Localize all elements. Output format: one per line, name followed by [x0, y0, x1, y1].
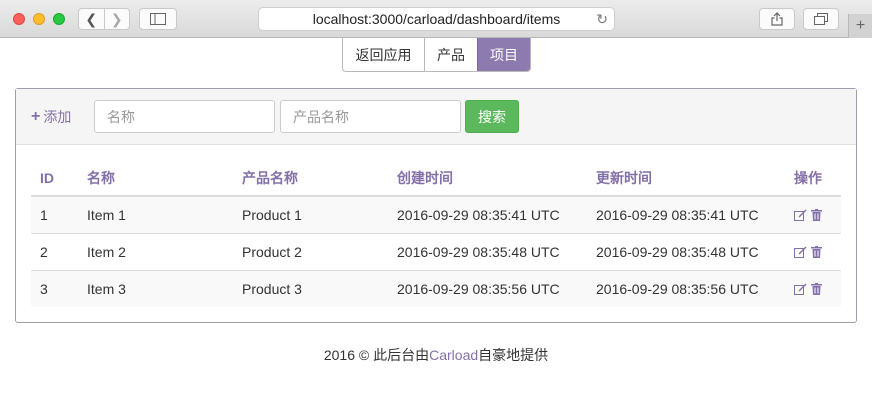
cell-product: Product 1: [233, 195, 388, 233]
column-header-updated-at[interactable]: 更新时间: [587, 160, 785, 197]
add-label: 添加: [43, 109, 72, 125]
trash-icon[interactable]: [811, 282, 822, 295]
tab-products[interactable]: 产品: [424, 38, 477, 71]
cell-name: Item 1: [78, 195, 233, 233]
plus-icon: +: [31, 108, 41, 125]
new-tab-button[interactable]: +: [848, 14, 872, 38]
cell-product: Product 2: [233, 232, 388, 270]
add-item-button[interactable]: + 添加: [31, 107, 71, 127]
chevron-right-icon[interactable]: ❯: [103, 9, 130, 29]
table-row: 2 Item 2 Product 2 2016-09-29 08:35:48 U…: [31, 232, 841, 270]
tabs-icon: [814, 13, 828, 25]
column-header-name[interactable]: 名称: [78, 160, 233, 197]
share-icon: [771, 12, 783, 26]
share-button[interactable]: [759, 8, 795, 30]
carload-link[interactable]: Carload: [429, 347, 478, 363]
sidebar-icon: [150, 13, 166, 25]
edit-icon[interactable]: [794, 283, 807, 295]
table-row: 3 Item 3 Product 3 2016-09-29 08:35:56 U…: [31, 269, 841, 307]
reload-icon[interactable]: ↻: [596, 11, 608, 28]
cell-id: 3: [31, 269, 78, 307]
name-search-input[interactable]: [94, 100, 275, 133]
cell-actions: [785, 269, 841, 307]
cell-updated: 2016-09-29 08:35:41 UTC: [587, 195, 785, 233]
close-window-button[interactable]: [13, 13, 25, 25]
cell-created: 2016-09-29 08:35:56 UTC: [388, 269, 587, 307]
tab-back-to-app[interactable]: 返回应用: [343, 38, 424, 71]
cell-actions: [785, 232, 841, 270]
cell-id: 2: [31, 232, 78, 270]
trash-icon[interactable]: [811, 208, 822, 221]
column-header-id[interactable]: ID: [31, 160, 78, 197]
show-tabs-button[interactable]: [803, 8, 839, 30]
items-table: ID 名称 产品名称 创建时间 更新时间 操作 1 Item 1 Product…: [31, 160, 841, 307]
column-header-product-name[interactable]: 产品名称: [233, 160, 388, 197]
url-text: localhost:3000/carload/dashboard/items: [312, 11, 561, 27]
history-nav: ❮ ❯: [78, 8, 130, 30]
sidebar-toggle-button[interactable]: [139, 8, 177, 30]
column-header-created-at[interactable]: 创建时间: [388, 160, 587, 197]
browser-toolbar: ❮ ❯ localhost:3000/carload/dashboard/ite…: [0, 0, 872, 38]
tab-items[interactable]: 项目: [477, 38, 530, 71]
table-header-row: ID 名称 产品名称 创建时间 更新时间 操作: [31, 160, 841, 197]
footer-prefix: 2016 © 此后台由: [323, 347, 430, 363]
table-row: 1 Item 1 Product 1 2016-09-29 08:35:41 U…: [31, 195, 841, 233]
chevron-left-icon[interactable]: ❮: [79, 9, 104, 29]
edit-icon[interactable]: [794, 246, 807, 258]
footer-suffix: 自豪地提供: [478, 347, 549, 363]
cell-updated: 2016-09-29 08:35:56 UTC: [587, 269, 785, 307]
cell-id: 1: [31, 195, 78, 233]
cell-actions: [785, 195, 841, 233]
minimize-window-button[interactable]: [33, 13, 45, 25]
plus-icon: +: [855, 17, 866, 34]
edit-icon[interactable]: [794, 209, 807, 221]
cell-created: 2016-09-29 08:35:48 UTC: [388, 232, 587, 270]
top-nav: 返回应用 产品 项目: [342, 38, 531, 72]
cell-updated: 2016-09-29 08:35:48 UTC: [587, 232, 785, 270]
cell-name: Item 2: [78, 232, 233, 270]
search-toolbar: + 添加 搜索: [16, 89, 856, 145]
page-footer: 2016 © 此后台由Carload自豪地提供: [0, 345, 872, 365]
cell-created: 2016-09-29 08:35:41 UTC: [388, 195, 587, 233]
zoom-window-button[interactable]: [53, 13, 65, 25]
product-name-search-input[interactable]: [280, 100, 461, 133]
search-button[interactable]: 搜索: [465, 100, 519, 133]
cell-name: Item 3: [78, 269, 233, 307]
trash-icon[interactable]: [811, 245, 822, 258]
cell-product: Product 3: [233, 269, 388, 307]
column-header-actions: 操作: [785, 160, 841, 197]
address-bar[interactable]: localhost:3000/carload/dashboard/items ↻: [258, 7, 615, 31]
items-panel: + 添加 搜索 ID 名称 产品名称 创建时间 更新时间 操作 1 Item 1…: [15, 88, 857, 323]
